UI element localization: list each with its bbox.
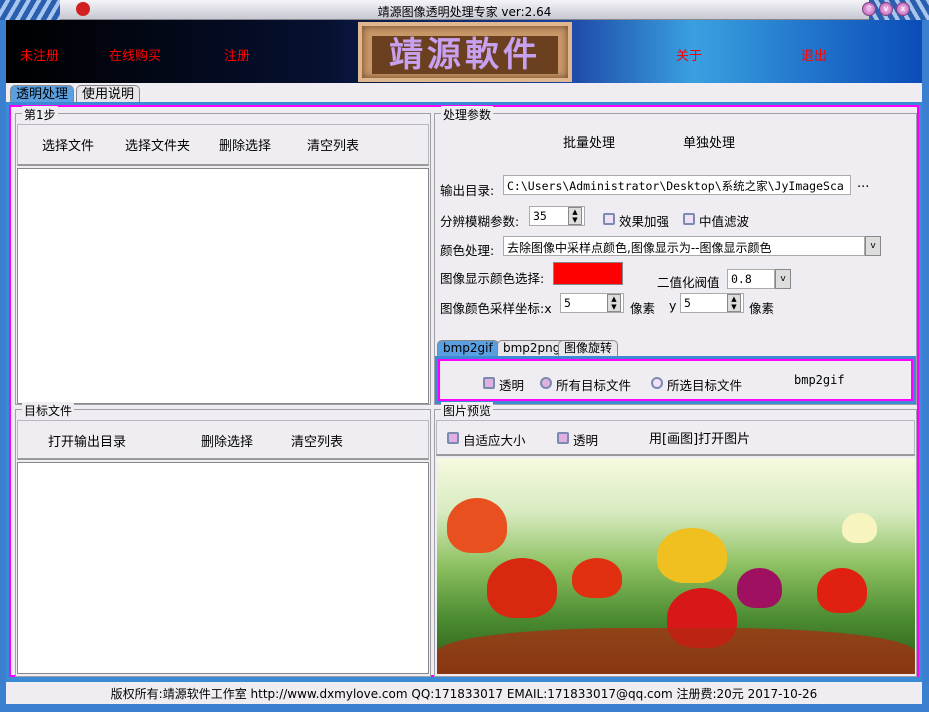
bmp2gif-button[interactable]: bmp2gif [794,373,845,387]
unregistered-link[interactable]: 未注册 [20,45,59,64]
blur-spinner[interactable]: ▲ ▼ [568,207,582,225]
client-area: 透明处理 使用说明 第1步 选择文件 选择文件夹 删除选择 清空列表 目标文件 … [6,83,922,680]
register-link[interactable]: 注册 [224,45,250,64]
title-bar: 靖源图像透明处理专家 ver:2.64 ^ v x [0,0,929,20]
logo: 靖源軟件 [358,22,572,82]
bmp2gif-panel: 透明 所有目标文件 所选目标文件 bmp2gif [435,356,916,404]
tab-instructions[interactable]: 使用说明 [76,85,141,103]
pixel-label-y: 像素 [749,301,775,316]
sample-x-spinner[interactable]: ▲ ▼ [607,294,621,312]
panel-frame: 第1步 选择文件 选择文件夹 删除选择 清空列表 目标文件 打开输出目录 删除选… [9,105,919,677]
window-title: 靖源图像透明处理专家 ver:2.64 [377,5,552,19]
threshold-select[interactable]: 0.8 [727,269,775,289]
preview-title: 图片预览 [441,402,494,419]
all-targets-label: 所有目标文件 [556,378,632,393]
median-label: 中值滤波 [699,214,750,229]
step1-group: 第1步 选择文件 选择文件夹 删除选择 清空列表 [15,106,431,405]
banner: 未注册 在线购买 注册 靖源軟件 关于 退出 [6,20,922,83]
median-checkbox[interactable] [683,213,695,225]
preview-transparent-label: 透明 [573,433,599,448]
color-processing-select[interactable]: 去除图像中采样点颜色,图像显示为--图像显示颜色 [503,236,865,256]
threshold-dropdown-icon[interactable]: v [775,269,791,289]
main-panel: 第1步 选择文件 选择文件夹 删除选择 清空列表 目标文件 打开输出目录 删除选… [6,102,922,680]
enhance-checkbox[interactable] [603,213,615,225]
tab-bmp2gif[interactable]: bmp2gif [437,340,499,356]
target-file-list[interactable] [17,462,429,674]
preview-group: 图片预览 自适应大小 透明 用[画图]打开图片 [434,402,917,677]
exit-link[interactable]: 退出 [801,45,827,64]
blur-label: 分辨模糊参数: [440,214,520,229]
threshold-label: 二值化阀值 [657,275,720,290]
color-processing-label: 颜色处理: [440,243,495,258]
target-toolbar: 打开输出目录 删除选择 清空列表 [17,420,429,460]
sample-y-label: y [669,298,677,313]
single-process-button[interactable]: 单独处理 [683,132,735,151]
all-targets-radio[interactable] [540,377,552,389]
buy-online-link[interactable]: 在线购买 [109,45,161,64]
tab-bmp2png[interactable]: bmp2png [497,340,567,356]
select-file-button[interactable]: 选择文件 [42,135,94,154]
open-in-paint-button[interactable]: 用[画图]打开图片 [649,428,750,447]
tab-transparent-processing[interactable]: 透明处理 [10,85,75,103]
close-button[interactable]: x [896,2,910,16]
source-file-list[interactable] [17,168,429,404]
params-title: 处理参数 [441,106,494,123]
select-folder-button[interactable]: 选择文件夹 [125,135,190,154]
tab-image-rotate[interactable]: 图像旋转 [558,340,619,356]
target-group: 目标文件 打开输出目录 删除选择 清空列表 [15,402,431,677]
open-output-dir-button[interactable]: 打开输出目录 [48,431,126,450]
output-dir-input[interactable]: C:\Users\Administrator\Desktop\系统之家\JyIm… [503,175,851,195]
display-color-swatch[interactable] [553,262,623,285]
preview-transparent-checkbox[interactable] [557,432,569,444]
enhance-label: 效果加强 [619,214,670,229]
clear-list-button[interactable]: 清空列表 [307,135,359,154]
selected-targets-radio[interactable] [651,377,663,389]
target-clear-list-button[interactable]: 清空列表 [291,431,343,450]
fit-size-label: 自适应大小 [463,433,526,448]
about-link[interactable]: 关于 [676,45,702,64]
step1-title: 第1步 [22,106,58,123]
selected-targets-label: 所选目标文件 [667,378,743,393]
color-processing-dropdown-icon[interactable]: v [865,236,881,256]
params-group: 处理参数 批量处理 单独处理 输出目录: C:\Users\Administra… [434,106,917,405]
display-color-label: 图像显示颜色选择: [440,271,545,286]
step1-toolbar: 选择文件 选择文件夹 删除选择 清空列表 [17,124,429,166]
batch-process-button[interactable]: 批量处理 [563,132,615,151]
fit-size-checkbox[interactable] [447,432,459,444]
target-delete-selection-button[interactable]: 删除选择 [201,431,253,450]
minimize-button[interactable]: ^ [862,2,876,16]
footer-status: 版权所有:靖源软件工作室 http://www.dxmylove.com QQ:… [6,680,922,704]
delete-selection-button[interactable]: 删除选择 [219,135,271,154]
transparent-label: 透明 [499,378,525,393]
preview-image [437,458,915,674]
sample-coord-label: 图像颜色采样坐标:x [440,301,552,316]
preview-toolbar: 自适应大小 透明 用[画图]打开图片 [436,420,915,456]
browse-button[interactable]: ... [857,176,869,191]
output-dir-label: 输出目录: [440,183,495,198]
maximize-button[interactable]: v [879,2,893,16]
sample-y-spinner[interactable]: ▲ ▼ [727,294,741,312]
target-title: 目标文件 [22,402,75,419]
logo-text: 靖源軟件 [372,36,558,74]
pixel-label-x: 像素 [630,301,656,316]
transparent-checkbox[interactable] [483,377,495,389]
